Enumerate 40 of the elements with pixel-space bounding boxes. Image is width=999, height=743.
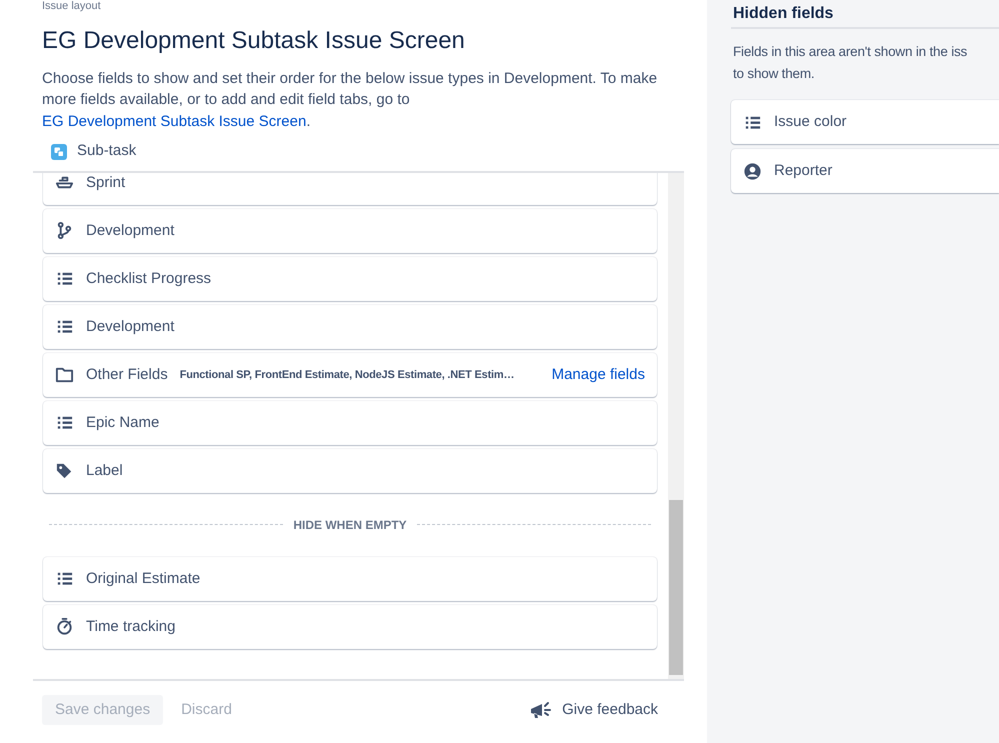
subtask-icon xyxy=(51,144,67,160)
section-divider-label: HIDE WHEN EMPTY xyxy=(293,516,407,534)
field-label: Checklist Progress xyxy=(86,268,212,289)
user-icon xyxy=(743,162,762,181)
field-item[interactable]: Time tracking xyxy=(43,604,657,649)
field-label: Sprint xyxy=(86,172,126,193)
section-title: Hidden fields xyxy=(731,0,999,30)
page-title: EG Development Subtask Issue Screen xyxy=(42,27,466,56)
hidden-fields-description: Fields in this area aren't shown in the iss to show them. xyxy=(733,43,968,83)
field-item[interactable]: Issue color xyxy=(731,100,999,144)
field-label: Issue color xyxy=(774,112,847,132)
manage-fields-link[interactable]: Manage fields xyxy=(552,364,645,386)
stopwatch-icon xyxy=(55,617,74,636)
issue-type-label: Sub-task xyxy=(77,141,136,162)
field-item[interactable]: Epic Name xyxy=(43,400,657,445)
field-item[interactable]: Other Fields Functional SP, FrontEnd Estimate, NodeJS Estimate, .NET Estim… Manage fields xyxy=(43,352,657,397)
field-summary: Functional SP, FrontEnd Estimate, NodeJS Estimate, .NET Estim… xyxy=(180,368,514,383)
field-item[interactable]: Sprint xyxy=(43,172,657,205)
field-item[interactable]: Original Estimate xyxy=(43,556,657,601)
field-label: Time tracking xyxy=(86,616,176,637)
field-label: Reporter xyxy=(774,160,832,181)
field-item[interactable]: Reporter xyxy=(731,149,999,194)
megaphone-icon xyxy=(530,700,552,720)
give-feedback-button[interactable]: Give feedback xyxy=(524,698,664,722)
description: Choose fields to show and set their order for the below issue types in Development. To make more fields available, or to add and edit field tabs, go to EG Development Subtask Issue Screen. xyxy=(42,68,658,132)
field-item[interactable]: Development xyxy=(43,304,657,349)
breadcrumb: Issue layout xyxy=(42,0,102,13)
field-label: Label xyxy=(86,460,123,481)
branch-icon xyxy=(55,221,74,240)
field-item[interactable]: Development xyxy=(43,208,657,253)
screen-link[interactable]: EG Development Subtask Issue Screen xyxy=(42,112,306,130)
field-label: Other Fields xyxy=(86,364,168,385)
folder-icon xyxy=(55,365,74,384)
tag-icon xyxy=(55,461,74,480)
field-item[interactable]: Checklist Progress xyxy=(43,256,657,301)
field-label: Development xyxy=(86,220,174,241)
field-label: Development xyxy=(86,316,174,337)
field-label: Epic Name xyxy=(86,412,160,433)
field-item[interactable]: Label xyxy=(43,448,657,493)
field-label: Original Estimate xyxy=(86,568,200,589)
